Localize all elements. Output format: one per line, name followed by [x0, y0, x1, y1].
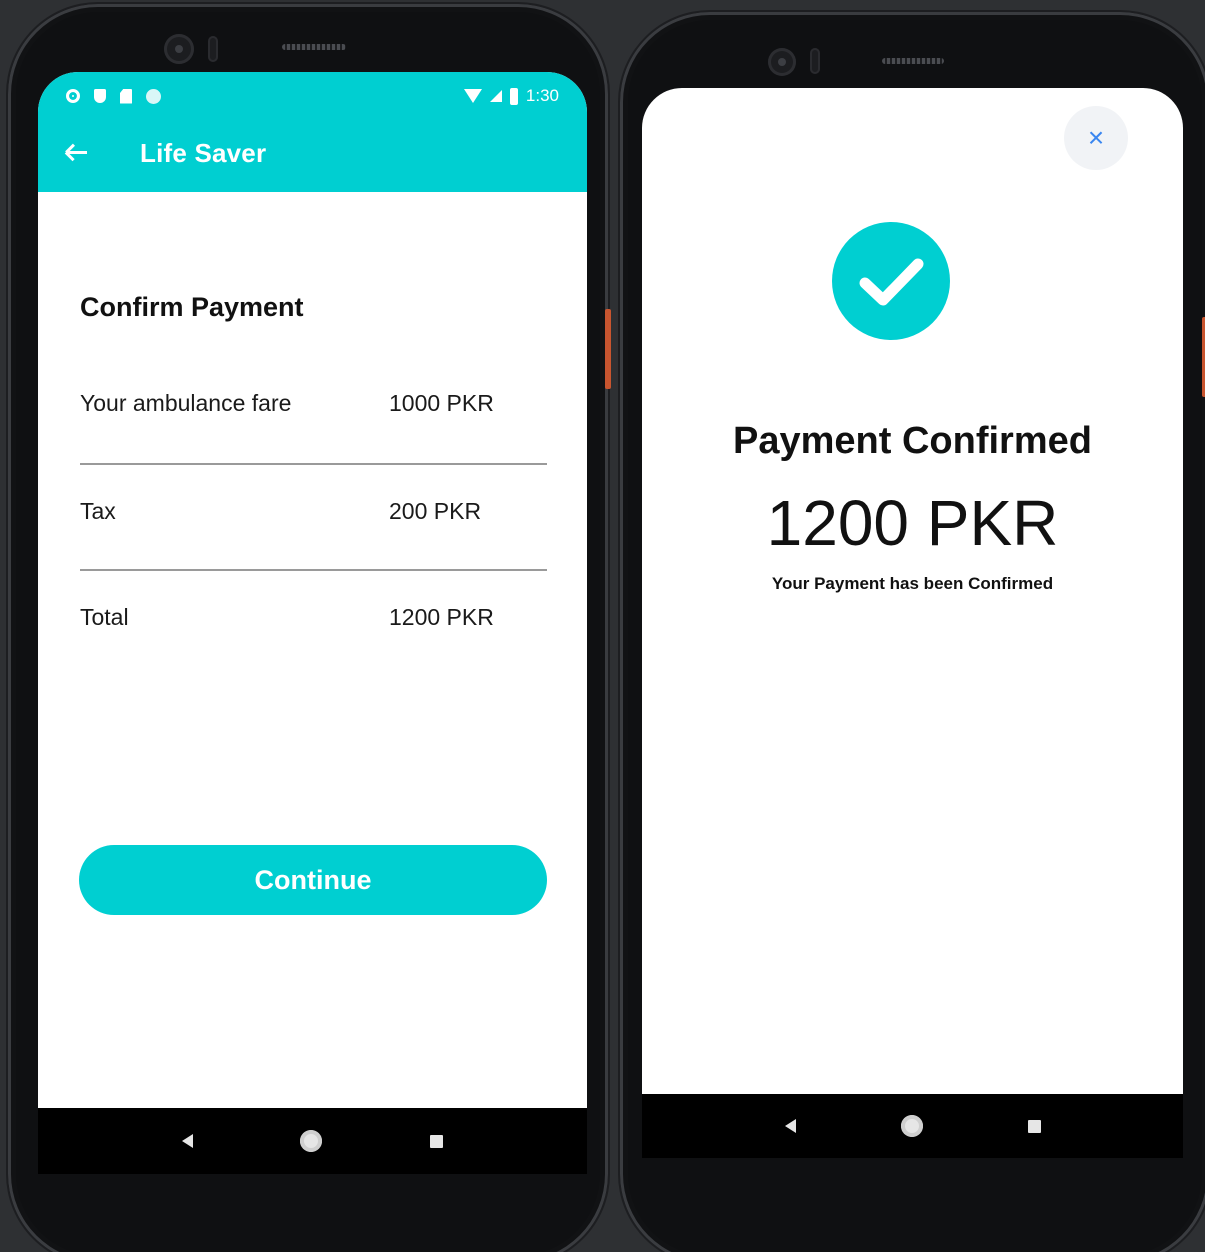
back-arrow-icon[interactable] — [64, 140, 90, 164]
phone-right: × Payment Confirmed 1200 PKR Your Paymen… — [620, 12, 1205, 1252]
status-bar: 1:30 — [38, 80, 587, 112]
total-label: Total — [80, 604, 129, 630]
app-stage: 1:30 Life Saver Confirm Payment Your amb… — [0, 0, 1205, 1252]
payment-confirmed-title: Payment Confirmed — [733, 420, 1092, 462]
nav-home-icon[interactable] — [300, 1130, 323, 1152]
payment-confirmed-screen: × Payment Confirmed 1200 PKR Your Paymen… — [642, 88, 1183, 1158]
status-time: 1:30 — [525, 86, 559, 105]
check-icon — [859, 258, 924, 306]
front-camera — [768, 48, 796, 76]
close-icon: × — [1087, 122, 1105, 153]
system-nav-bar — [38, 1108, 587, 1174]
confirm-payment-screen: 1:30 Life Saver Confirm Payment Your amb… — [38, 72, 587, 1174]
sd-card-icon — [120, 88, 132, 104]
tax-row: Tax 200 PKR — [80, 498, 547, 525]
continue-button[interactable]: Continue — [79, 845, 547, 915]
payment-amount: 1200 PKR — [766, 487, 1059, 559]
signal-icon — [489, 90, 502, 102]
title-bar: Life Saver — [38, 130, 587, 174]
payment-confirmed-message: Your Payment has been Confirmed — [771, 574, 1054, 593]
fare-row: Your ambulance fare 1000 PKR — [80, 390, 547, 417]
nav-back-icon[interactable] — [181, 1134, 193, 1148]
close-button[interactable]: × — [1064, 106, 1128, 170]
phone-left: 1:30 Life Saver Confirm Payment Your amb… — [8, 4, 611, 1252]
confirm-payment-heading: Confirm Payment — [80, 292, 304, 322]
total-value: 1200 PKR — [389, 604, 494, 630]
app-bar: 1:30 Life Saver — [38, 72, 587, 192]
fare-value: 1000 PKR — [389, 390, 494, 416]
total-row: Total 1200 PKR — [80, 604, 547, 631]
proximity-sensor — [208, 36, 218, 62]
nav-recents-icon[interactable] — [1027, 1119, 1041, 1133]
nav-back-icon[interactable] — [784, 1119, 796, 1133]
nav-recents-icon[interactable] — [430, 1134, 444, 1148]
side-button — [605, 309, 611, 389]
success-badge — [832, 222, 950, 340]
earpiece-speaker — [282, 44, 346, 50]
shield-icon — [94, 89, 106, 103]
sync-icon — [146, 88, 161, 104]
app-title: Life Saver — [140, 138, 267, 168]
front-camera — [164, 34, 194, 64]
earpiece-speaker — [882, 58, 944, 64]
nav-home-icon[interactable] — [900, 1115, 923, 1137]
tax-value: 200 PKR — [389, 498, 482, 524]
row-divider — [80, 463, 547, 465]
system-nav-bar — [642, 1094, 1183, 1158]
fare-label: Your ambulance fare — [80, 390, 292, 416]
wifi-icon — [463, 89, 482, 103]
settings-icon — [66, 89, 80, 103]
row-divider — [80, 569, 547, 571]
battery-icon — [509, 87, 518, 105]
tax-label: Tax — [80, 498, 116, 524]
proximity-sensor — [810, 48, 820, 74]
